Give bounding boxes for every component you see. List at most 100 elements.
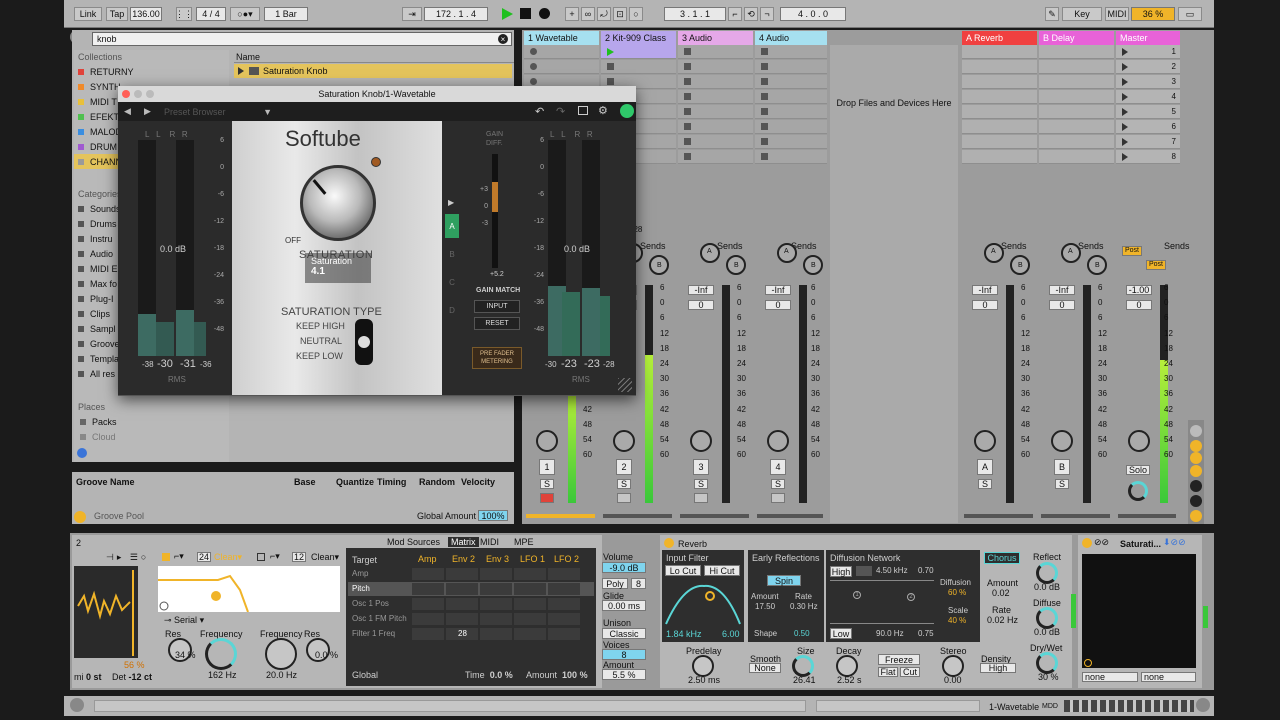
time-value[interactable]: 0.0 % <box>490 670 513 680</box>
mod-tab[interactable]: MIDI <box>477 537 502 547</box>
mod-cell[interactable] <box>548 583 580 595</box>
solo-button[interactable]: S <box>540 479 554 489</box>
chorus-rate-value[interactable]: 0.02 Hz <box>987 615 1018 625</box>
saturation-device-icons[interactable]: ⊘⊘ <box>1094 537 1109 548</box>
clip-slot[interactable] <box>962 105 1037 119</box>
scene-launch-icon[interactable] <box>1122 122 1128 131</box>
clip-slot[interactable]: 5 <box>1116 105 1180 119</box>
clip-stop-icon[interactable] <box>761 78 768 85</box>
undo-icon[interactable]: ↶ <box>535 105 544 118</box>
hi-val-value[interactable]: 6.00 <box>722 629 740 639</box>
saturation-device-menu-icons[interactable]: ⬇⊘⊘ <box>1163 537 1186 548</box>
amount2-field[interactable]: 5.5 % <box>602 669 646 680</box>
solo-button[interactable]: S <box>978 479 992 489</box>
clip-slot[interactable]: 8 <box>1116 150 1180 164</box>
clip-slot[interactable] <box>678 105 753 119</box>
collection-item[interactable]: RETURNY <box>74 64 229 79</box>
clip-slot[interactable] <box>755 60 827 74</box>
clip-stop-icon[interactable] <box>684 138 691 145</box>
filter2-slope[interactable]: 12 <box>292 552 306 562</box>
ab-slot-c[interactable]: C <box>445 270 459 294</box>
mod-tab[interactable]: MPE <box>511 537 537 547</box>
mixer-toggle-meters-icon[interactable] <box>1190 510 1202 522</box>
saturation-param-select-2[interactable]: none <box>1141 672 1196 682</box>
pan-knob[interactable] <box>690 430 712 452</box>
diffusion-point-2[interactable]: 2 <box>907 593 915 601</box>
input-button[interactable]: INPUT <box>474 300 520 313</box>
track-activator-button[interactable]: B <box>1054 459 1070 475</box>
filter-routing[interactable]: ⊸ Serial ▾ <box>164 615 204 626</box>
decay-knob[interactable] <box>836 655 858 677</box>
plugin-power-icon[interactable] <box>620 104 634 118</box>
er-amount-value[interactable]: 17.50 <box>755 602 775 611</box>
clip-slot[interactable]: 4 <box>1116 90 1180 104</box>
mod-cell[interactable] <box>548 613 580 625</box>
clip-slot[interactable] <box>1039 120 1114 134</box>
clip-stop-icon[interactable] <box>761 123 768 130</box>
record-icon[interactable] <box>539 8 550 19</box>
mod-cell[interactable] <box>412 568 444 580</box>
clip-slot[interactable] <box>755 75 827 89</box>
search-input[interactable]: knob <box>92 32 512 46</box>
solo-button[interactable]: S <box>771 479 785 489</box>
mod-cell[interactable] <box>446 568 478 580</box>
clip-stop-icon[interactable] <box>684 93 691 100</box>
clip-slot[interactable] <box>678 90 753 104</box>
arm-button[interactable] <box>694 493 708 503</box>
xy-pad-cursor[interactable] <box>1084 659 1092 667</box>
clip-stop-icon[interactable] <box>761 48 768 55</box>
mixer-toggle-crossfade-icon[interactable] <box>1190 495 1202 507</box>
smooth-menu[interactable]: None <box>749 663 781 673</box>
clip-slot[interactable] <box>678 45 753 59</box>
mod-cell[interactable] <box>480 613 512 625</box>
clip-slot[interactable] <box>601 45 676 59</box>
reverb-power-icon[interactable] <box>664 538 674 548</box>
post-button-b[interactable]: Post <box>1146 260 1166 270</box>
stereo-knob[interactable] <box>942 655 964 677</box>
tempo-field[interactable]: 136.00 <box>130 7 162 21</box>
preset-browser-menu[interactable]: Preset Browser ▼ <box>160 104 276 119</box>
track-header[interactable]: Master <box>1116 31 1180 45</box>
chorus-button[interactable]: Chorus <box>984 552 1020 564</box>
groove-column-header[interactable]: Random <box>419 477 455 487</box>
mod-cell[interactable] <box>412 598 444 610</box>
resize-handle-icon[interactable] <box>618 378 632 392</box>
clip-slot[interactable] <box>962 150 1037 164</box>
capture-icon[interactable]: ⊡ <box>613 7 627 21</box>
mod-cell[interactable] <box>446 598 478 610</box>
ab-slot-a[interactable]: A <box>445 214 459 238</box>
session-record-icon[interactable]: ○ <box>629 7 643 21</box>
saturation-xy-pad[interactable] <box>1082 554 1196 668</box>
clip-slot[interactable] <box>1039 150 1114 164</box>
clip-slot[interactable] <box>755 120 827 134</box>
pan-field[interactable]: 0 <box>1049 300 1075 310</box>
groove-column-header[interactable]: Groove Name <box>76 477 135 487</box>
unison-menu[interactable]: Classic <box>602 628 646 639</box>
poly-button[interactable]: Poly <box>602 578 628 589</box>
mod-tab[interactable]: Matrix <box>448 537 479 547</box>
pan-field[interactable]: 0 <box>1126 300 1152 310</box>
prev-preset-icon[interactable]: ◀ <box>124 106 131 117</box>
clip-slot[interactable] <box>678 120 753 134</box>
clip-slot[interactable] <box>1039 105 1114 119</box>
midi-map-button[interactable]: MIDI <box>1105 7 1129 21</box>
volume-field[interactable]: -Inf <box>765 285 791 295</box>
draw-mode-icon[interactable]: ✎ <box>1045 7 1059 21</box>
status-overview[interactable] <box>1064 700 1194 712</box>
er-rate-value[interactable]: 0.30 Hz <box>790 602 818 611</box>
follow-icon[interactable]: ⇥ <box>402 7 422 21</box>
hi-cut-button[interactable]: Hi Cut <box>704 565 740 576</box>
mod-cell[interactable] <box>514 613 546 625</box>
pan-knob[interactable] <box>1128 430 1150 452</box>
clip-slot[interactable] <box>755 150 827 164</box>
settings-gear-icon[interactable]: ⚙ <box>598 104 608 117</box>
frequency2-knob[interactable] <box>265 638 297 670</box>
track-header[interactable]: B Delay <box>1039 31 1114 45</box>
metronome-icon[interactable]: ⋮⋮ <box>175 7 193 21</box>
mod-row[interactable]: Amp <box>348 567 594 581</box>
clip-stop-icon[interactable] <box>684 63 691 70</box>
save-preset-icon[interactable] <box>578 106 588 115</box>
groove-column-header[interactable]: Timing <box>377 477 406 487</box>
mod-cell[interactable] <box>446 613 478 625</box>
signature-field[interactable]: 4 / 4 <box>196 7 226 21</box>
